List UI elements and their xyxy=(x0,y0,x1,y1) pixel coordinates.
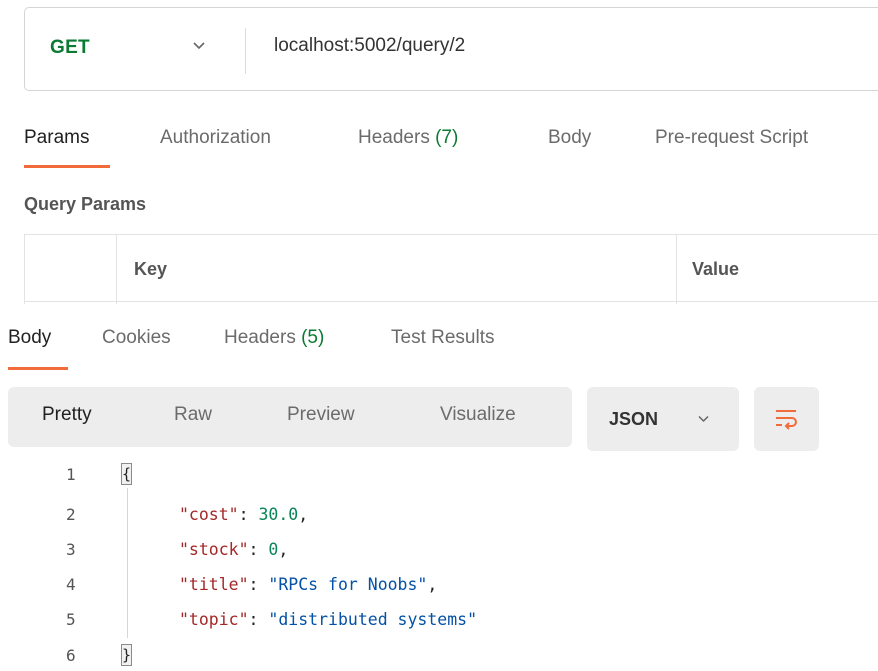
json-comma: , xyxy=(427,575,438,594)
view-preview-button[interactable]: Preview xyxy=(287,404,355,426)
code-line: "cost": 30.0, xyxy=(179,505,308,524)
active-tab-indicator xyxy=(8,367,68,370)
json-key: "cost" xyxy=(179,505,239,524)
line-number: 5 xyxy=(66,610,76,629)
tab-label: Pre-request Script xyxy=(655,127,809,148)
response-tab-test-results[interactable]: Test Results xyxy=(391,327,494,349)
json-colon: : xyxy=(238,505,259,524)
json-key: "title" xyxy=(179,575,249,594)
line-number: 3 xyxy=(66,540,76,559)
tab-count: (5) xyxy=(301,327,325,348)
view-raw-button[interactable]: Raw xyxy=(174,404,212,426)
column-divider xyxy=(116,234,117,304)
format-label: JSON xyxy=(609,409,659,429)
json-value: 0 xyxy=(268,540,279,559)
view-visualize-button[interactable]: Visualize xyxy=(440,404,516,426)
json-value: 30.0 xyxy=(258,505,299,524)
json-value: "distributed systems" xyxy=(268,610,478,629)
line-number: 4 xyxy=(66,575,76,594)
json-colon: : xyxy=(248,540,269,559)
column-header-key: Key xyxy=(134,259,168,279)
tab-label: Test Results xyxy=(391,327,495,348)
method-select[interactable]: GET xyxy=(50,37,90,59)
tab-label: Headers xyxy=(358,127,430,148)
tab-headers[interactable]: Headers (7) xyxy=(358,127,458,149)
header-divider xyxy=(24,301,878,302)
json-colon: : xyxy=(248,610,269,629)
response-tab-cookies[interactable]: Cookies xyxy=(102,327,171,349)
close-brace[interactable]: } xyxy=(121,644,132,666)
json-key: "topic" xyxy=(179,610,249,629)
line-number: 6 xyxy=(66,646,76,665)
active-tab-indicator xyxy=(24,165,110,168)
line-number: 2 xyxy=(66,505,76,524)
wrap-lines-icon xyxy=(776,410,797,430)
tab-pre-request-script[interactable]: Pre-request Script xyxy=(655,127,808,149)
divider xyxy=(245,28,246,74)
tab-authorization[interactable]: Authorization xyxy=(160,127,271,149)
open-brace[interactable]: { xyxy=(121,463,132,485)
section-title: Query Params xyxy=(24,194,147,214)
url-input[interactable]: localhost:5002/query/2 xyxy=(274,35,465,57)
json-colon: : xyxy=(248,575,269,594)
indent-guide xyxy=(127,488,128,638)
chevron-down-icon[interactable] xyxy=(192,38,206,52)
tab-label: Body xyxy=(8,327,52,348)
tab-body[interactable]: Body xyxy=(548,127,591,149)
chevron-down-icon xyxy=(698,415,709,423)
code-line: "topic": "distributed systems" xyxy=(179,610,477,629)
json-value: "RPCs for Noobs" xyxy=(268,575,428,594)
view-pretty-button[interactable]: Pretty xyxy=(42,404,92,426)
column-header-value: Value xyxy=(692,259,740,279)
column-divider xyxy=(676,234,677,304)
json-key: "stock" xyxy=(179,540,249,559)
tab-params[interactable]: Params xyxy=(24,127,89,149)
response-tab-headers[interactable]: Headers (5) xyxy=(224,327,324,349)
code-line: "title": "RPCs for Noobs", xyxy=(179,575,437,594)
tab-label: Authorization xyxy=(160,127,271,148)
code-line: "stock": 0, xyxy=(179,540,288,559)
line-number: 1 xyxy=(66,465,76,484)
tab-label: Cookies xyxy=(102,327,171,348)
json-comma: , xyxy=(298,505,309,524)
json-comma: , xyxy=(278,540,289,559)
tab-label: Body xyxy=(548,127,592,148)
tab-label: Params xyxy=(24,127,90,148)
tab-count: (7) xyxy=(435,127,459,148)
response-tab-body[interactable]: Body xyxy=(8,327,51,349)
tab-label: Headers xyxy=(224,327,296,348)
